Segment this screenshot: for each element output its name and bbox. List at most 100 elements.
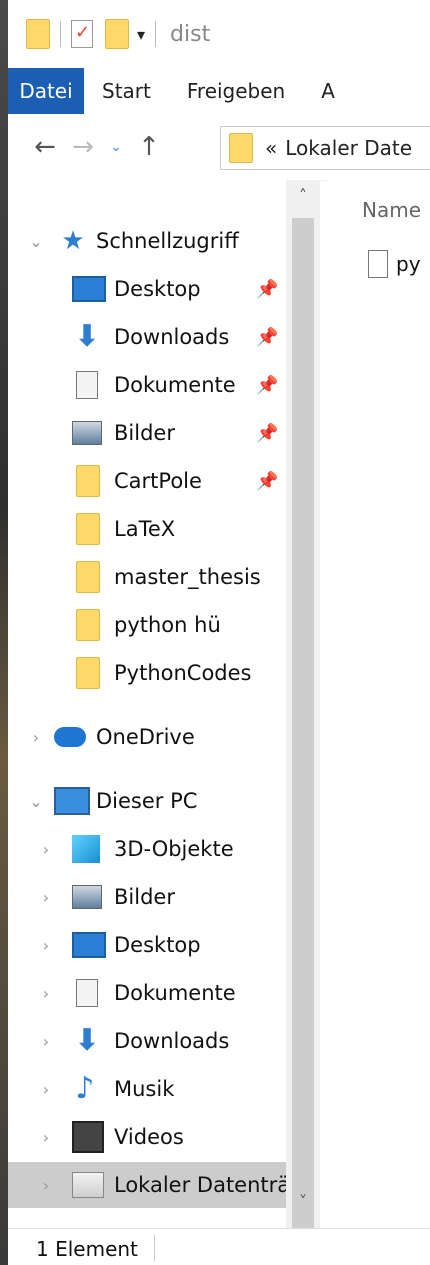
- chevron-right-icon[interactable]: ›: [36, 840, 56, 859]
- customize-toolbar-icon[interactable]: ▾: [137, 25, 145, 44]
- tree-item-pc-bilder[interactable]: › Bilder: [8, 874, 288, 920]
- tree-item-this-pc[interactable]: ⌄ Dieser PC: [8, 778, 288, 824]
- desktop-icon: [72, 276, 106, 302]
- chevron-right-icon[interactable]: ›: [36, 936, 56, 955]
- folder-icon: [76, 657, 100, 689]
- arrow-up-icon[interactable]: ↑: [130, 132, 168, 162]
- status-bar: 1 Element: [8, 1228, 430, 1265]
- chevron-right-icon[interactable]: ›: [36, 984, 56, 1003]
- tree-item-label: OneDrive: [96, 725, 195, 749]
- separator: [155, 21, 157, 47]
- chevron-right-icon[interactable]: ›: [36, 1080, 56, 1099]
- arrow-right-icon[interactable]: →: [64, 132, 102, 162]
- tab-freigeben[interactable]: Freigeben: [169, 68, 303, 114]
- tree-item-label: Desktop: [114, 277, 201, 301]
- tree-item-label: Dokumente: [114, 981, 236, 1005]
- explorer-window: ▾ dist Datei Start Freigeben A ← → ⌄ ↑ «…: [8, 0, 430, 1265]
- breadcrumb-overflow-icon[interactable]: «: [265, 136, 277, 160]
- window-title: dist: [170, 21, 211, 47]
- 3d-objects-icon: [72, 835, 100, 863]
- tree-item-dokumente[interactable]: Dokumente 📌: [8, 362, 288, 408]
- file-icon: [368, 250, 388, 278]
- address-bar[interactable]: « Lokaler Date: [220, 126, 430, 170]
- tree-item-label: Dieser PC: [96, 789, 198, 813]
- chevron-expanded-icon[interactable]: ⌄: [26, 792, 46, 811]
- pictures-icon: [72, 885, 102, 909]
- scroll-thumb[interactable]: [292, 218, 314, 1236]
- tree-item-label: python hü: [114, 613, 221, 637]
- folder-icon: [76, 513, 100, 545]
- tree-item-pc-dokumente[interactable]: › Dokumente: [8, 970, 288, 1016]
- desktop-icon: [72, 932, 106, 958]
- tree-item-label: 3D-Objekte: [114, 837, 234, 861]
- tree-item-label: Bilder: [114, 421, 175, 445]
- pin-icon: 📌: [256, 326, 279, 348]
- computer-icon: [54, 787, 90, 815]
- downloads-icon: ⬇: [74, 319, 100, 354]
- tree-item-label: Desktop: [114, 933, 201, 957]
- tree-item-label: CartPole: [114, 469, 202, 493]
- chevron-down-icon[interactable]: ⌄: [102, 139, 130, 155]
- pictures-icon: [72, 421, 102, 445]
- new-folder-icon[interactable]: [105, 19, 129, 49]
- tree-item-label: Bilder: [114, 885, 175, 909]
- folder-icon: [76, 465, 100, 497]
- chevron-expanded-icon[interactable]: ⌄: [26, 232, 46, 251]
- properties-icon[interactable]: [71, 20, 93, 48]
- chevron-right-icon[interactable]: ›: [36, 1032, 56, 1051]
- tree-item-pc-desktop[interactable]: › Desktop: [8, 922, 288, 968]
- tree-item-local-disk[interactable]: › Lokaler Datenträ: [8, 1162, 318, 1208]
- tree-item-downloads[interactable]: ⬇ Downloads 📌: [8, 314, 288, 360]
- file-item[interactable]: py: [368, 250, 421, 278]
- tree-item-pc-musik[interactable]: › ♪ Musik: [8, 1066, 288, 1112]
- tab-start[interactable]: Start: [84, 68, 169, 114]
- pin-icon: 📌: [256, 422, 279, 444]
- tab-datei[interactable]: Datei: [8, 68, 84, 114]
- tree-item-quick-access[interactable]: ⌄ ★ Schnellzugriff: [8, 218, 288, 264]
- pin-icon: 📌: [256, 470, 279, 492]
- tree-item-label: master_thesis: [114, 565, 261, 589]
- tree-item-label: Downloads: [114, 325, 230, 349]
- scroll-down-arrow-icon[interactable]: ˅: [286, 1192, 320, 1222]
- folder-icon: [76, 609, 100, 641]
- tree-item-label: PythonCodes: [114, 661, 252, 685]
- chevron-right-icon[interactable]: ›: [36, 888, 56, 907]
- tree-item-python-hu[interactable]: python hü: [8, 602, 288, 648]
- separator: [154, 1235, 155, 1261]
- tree-item-3d-objekte[interactable]: › 3D-Objekte: [8, 826, 288, 872]
- tree-item-label: Videos: [114, 1125, 184, 1149]
- separator: [60, 21, 61, 47]
- ribbon-tabs: Datei Start Freigeben A: [8, 68, 430, 114]
- tree-item-label: LaTeX: [114, 517, 176, 541]
- documents-icon: [76, 979, 98, 1007]
- tree-item-master-thesis[interactable]: master_thesis: [8, 554, 288, 600]
- column-header-name[interactable]: Name: [362, 198, 421, 222]
- tree-item-pc-downloads[interactable]: › ⬇ Downloads: [8, 1018, 288, 1064]
- scroll-up-arrow-icon[interactable]: ˄: [286, 186, 320, 216]
- nav-scrollbar[interactable]: ˄ ˅: [286, 180, 320, 1236]
- pin-icon: 📌: [256, 374, 279, 396]
- videos-icon: [72, 1121, 104, 1153]
- tree-item-bilder[interactable]: Bilder 📌: [8, 410, 288, 456]
- tree-item-latex[interactable]: LaTeX: [8, 506, 288, 552]
- chevron-right-icon[interactable]: ›: [26, 728, 46, 747]
- tree-item-label: Schnellzugriff: [96, 229, 239, 253]
- tree-item-label: Lokaler Datenträ: [114, 1173, 291, 1197]
- chevron-right-icon[interactable]: ›: [36, 1128, 56, 1147]
- tab-ansicht[interactable]: A: [303, 68, 353, 114]
- folder-icon: [229, 133, 253, 163]
- chevron-right-icon[interactable]: ›: [36, 1176, 56, 1195]
- tree-item-pythoncodes[interactable]: PythonCodes: [8, 650, 288, 696]
- tree-item-cartpole[interactable]: CartPole 📌: [8, 458, 288, 504]
- documents-icon: [76, 371, 98, 399]
- navigation-bar: ← → ⌄ ↑ « Lokaler Date: [8, 114, 430, 181]
- navigation-pane: ⌄ ★ Schnellzugriff Desktop 📌 ⬇ Downloads…: [8, 180, 318, 1228]
- pin-icon: 📌: [256, 278, 279, 300]
- star-icon: ★: [61, 226, 85, 256]
- tree-item-onedrive[interactable]: › OneDrive: [8, 714, 288, 760]
- arrow-left-icon[interactable]: ←: [26, 132, 64, 162]
- tree-item-pc-videos[interactable]: › Videos: [8, 1114, 288, 1160]
- tree-item-desktop[interactable]: Desktop 📌: [8, 266, 288, 312]
- onedrive-icon: [54, 727, 86, 747]
- file-name: py: [396, 252, 421, 276]
